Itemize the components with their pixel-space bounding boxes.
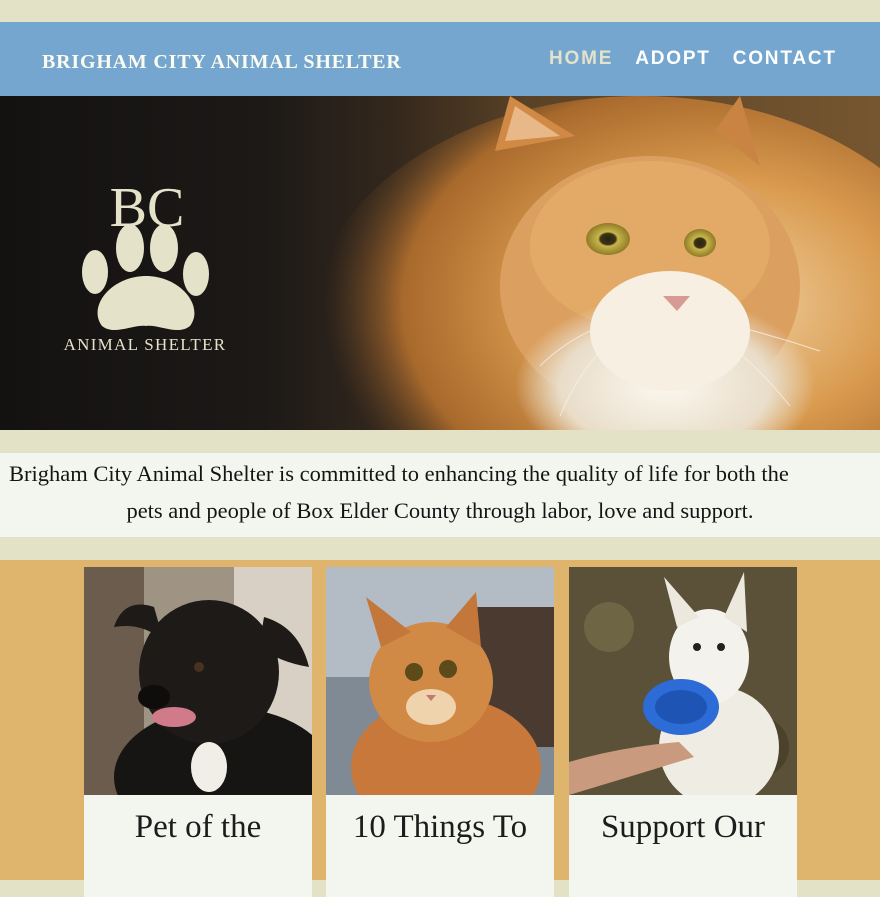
paw-print-icon xyxy=(82,224,209,331)
card-title: Pet of the xyxy=(134,809,262,845)
mission-line-1: Brigham City Animal Shelter is committed… xyxy=(9,461,789,486)
ginger-cat-photo xyxy=(326,567,554,795)
shelter-logo[interactable]: BC ANIMAL SHELTER xyxy=(40,176,280,376)
nav-home-link[interactable]: HOME xyxy=(549,48,613,70)
main-nav: HOME ADOPT CONTACT xyxy=(549,48,837,70)
white-dog-frisbee-photo xyxy=(569,567,797,795)
logo-caption: ANIMAL SHELTER xyxy=(64,335,227,354)
card-title: Support Our xyxy=(600,809,766,845)
card-pet-of-the-month[interactable]: Pet of the xyxy=(84,567,312,897)
nav-contact-link[interactable]: CONTACT xyxy=(733,48,837,70)
card-title: 10 Things To xyxy=(352,809,528,845)
mission-statement: Brigham City Animal Shelter is committed… xyxy=(0,453,880,537)
site-title[interactable]: BRIGHAM CITY ANIMAL SHELTER xyxy=(42,51,402,74)
hero-banner: BC ANIMAL SHELTER xyxy=(0,96,880,430)
card-10-things[interactable]: 10 Things To xyxy=(326,567,554,897)
card-support-our[interactable]: Support Our xyxy=(569,567,797,897)
logo-monogram: BC xyxy=(110,177,185,239)
site-header: BRIGHAM CITY ANIMAL SHELTER HOME ADOPT C… xyxy=(0,22,880,96)
nav-adopt-link[interactable]: ADOPT xyxy=(635,48,711,70)
mission-line-2: pets and people of Box Elder County thro… xyxy=(126,498,754,523)
black-dog-photo xyxy=(84,567,312,795)
